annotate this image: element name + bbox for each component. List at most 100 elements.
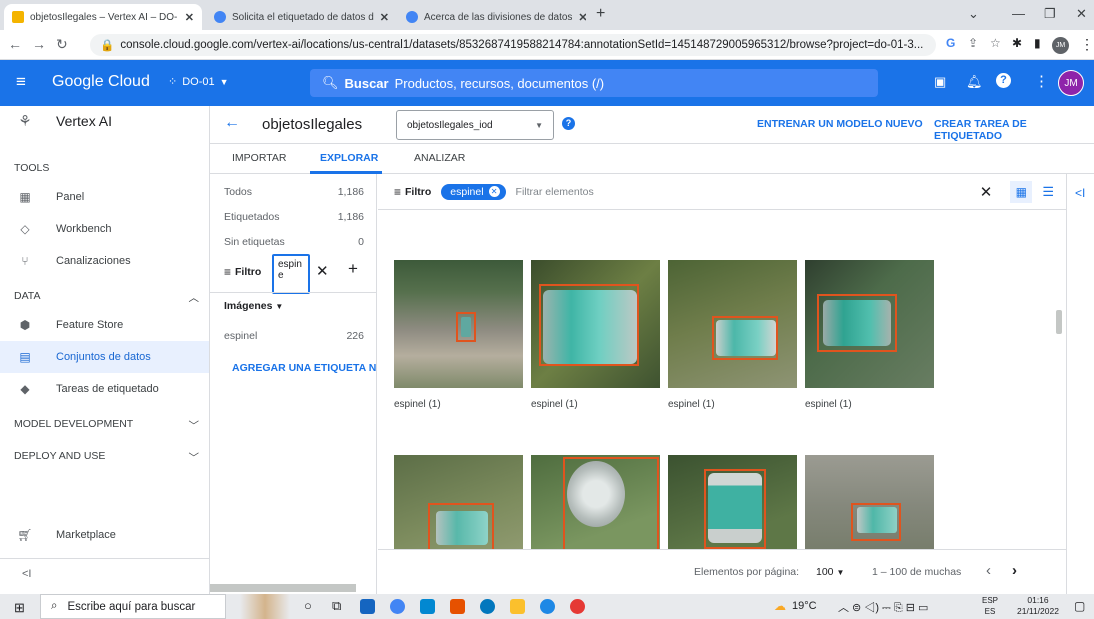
image-thumbnail[interactable] xyxy=(805,260,934,388)
horizontal-scrollbar[interactable] xyxy=(210,584,356,592)
per-page-select[interactable]: 100 ▼ xyxy=(816,566,844,578)
system-tray-icons[interactable]: ︿ ⊜ ◁) ⎓ ⎘ ⊟ ▭ xyxy=(838,599,928,615)
add-label-button[interactable]: AGREGAR UNA ETIQUETA NUE xyxy=(232,362,376,374)
image-thumbnail[interactable] xyxy=(394,260,523,388)
section-data[interactable]: DATA ︿ xyxy=(14,290,199,305)
tab-analyze[interactable]: ANALIZAR xyxy=(414,152,465,164)
project-selector[interactable]: ⁘ DO-01 ▼ xyxy=(168,75,229,89)
clear-filter-icon[interactable]: ✕ xyxy=(316,262,329,280)
filter-chip[interactable]: espinel ✕ xyxy=(441,183,506,200)
filter-items-input[interactable]: Filtrar elementos xyxy=(516,186,594,198)
image-thumbnail[interactable] xyxy=(668,455,797,549)
profile-avatar[interactable]: JM xyxy=(1052,37,1069,54)
image-thumbnail[interactable] xyxy=(805,455,934,549)
extensions-icon[interactable]: ✱ xyxy=(1012,36,1022,50)
browser-tab[interactable]: Solicita el etiquetado de datos d ✕ xyxy=(206,4,394,30)
office-app-icon[interactable] xyxy=(450,599,465,614)
chrome-app-icon[interactable] xyxy=(390,599,405,614)
brand-title[interactable]: Google Cloud xyxy=(52,73,150,91)
image-thumbnail[interactable] xyxy=(531,260,660,388)
tab-import[interactable]: IMPORTAR xyxy=(232,152,286,164)
collapse-sidebar-icon[interactable]: <I xyxy=(22,568,31,580)
sidebar-item-pipelines[interactable]: ⑂ Canalizaciones xyxy=(0,245,209,277)
chrome-profile-icon[interactable] xyxy=(540,599,555,614)
browser-menu-icon[interactable]: ⋮ xyxy=(1080,36,1094,53)
help-icon[interactable]: ? xyxy=(996,73,1011,88)
share-icon[interactable]: ⇪ xyxy=(968,36,978,50)
count-labeled[interactable]: Etiquetados 1,186 xyxy=(224,211,364,223)
image-thumbnail[interactable] xyxy=(668,260,797,388)
edge-app-icon[interactable] xyxy=(480,599,495,614)
section-deploy-and-use[interactable]: DEPLOY AND USE ﹀ xyxy=(14,450,199,465)
count-unlabeled[interactable]: Sin etiquetas 0 xyxy=(224,236,364,248)
forward-icon[interactable]: → xyxy=(32,36,46,52)
calculator-app-icon[interactable] xyxy=(360,599,375,614)
restore-icon[interactable]: ❐ xyxy=(1044,6,1056,22)
url-field[interactable]: 🔒 console.cloud.google.com/vertex-ai/loc… xyxy=(90,34,936,56)
hamburger-menu-icon[interactable]: ≡ xyxy=(16,72,26,92)
cloud-shell-icon[interactable]: ▣ xyxy=(934,74,946,90)
account-avatar[interactable]: JM xyxy=(1058,70,1084,96)
section-model-development[interactable]: MODEL DEVELOPMENT ﹀ xyxy=(14,418,199,433)
label-filter-input[interactable]: espin e xyxy=(272,254,310,294)
close-window-icon[interactable]: ✕ xyxy=(1076,6,1087,22)
label-row-espinel[interactable]: espinel 226 xyxy=(224,330,364,342)
filter-label[interactable]: Filtro xyxy=(405,186,431,198)
file-explorer-icon[interactable] xyxy=(510,599,525,614)
list-view-icon[interactable]: ☰ xyxy=(1042,184,1054,200)
back-icon[interactable]: ← xyxy=(8,36,22,52)
new-tab-icon[interactable]: + xyxy=(596,5,605,23)
tab-search-icon[interactable]: ⌄ xyxy=(968,6,979,22)
remove-chip-icon[interactable]: ✕ xyxy=(488,186,500,197)
sidebar-item-labeling-tasks[interactable]: ◆ Tareas de etiquetado xyxy=(0,373,209,405)
project-name: DO-01 xyxy=(182,75,215,88)
weather-temp[interactable]: 19°C xyxy=(792,600,817,612)
search-bar[interactable]: 🔍︎ Buscar Productos, recursos, documento… xyxy=(310,69,878,97)
bounding-box xyxy=(817,294,897,352)
sidebar-item-workbench[interactable]: ◇ Workbench xyxy=(0,213,209,245)
clock[interactable]: 01:16 21/11/2022 xyxy=(1012,595,1064,617)
images-dropdown[interactable]: Imágenes ▼ xyxy=(224,300,283,312)
windows-start-icon[interactable]: ⊞ xyxy=(14,600,25,616)
dataset-select[interactable]: objetosIlegales_iod ▼ xyxy=(396,110,554,140)
taskbar-search-box[interactable]: ⌕ Escribe aquí para buscar xyxy=(40,594,226,619)
language-indicator[interactable]: ESP ES xyxy=(982,595,998,617)
more-options-icon[interactable]: ⋮ xyxy=(1034,72,1049,90)
back-arrow-icon[interactable]: ← xyxy=(224,114,240,132)
reload-icon[interactable]: ↻ xyxy=(56,36,68,53)
cortana-icon[interactable]: ○ xyxy=(304,598,312,613)
google-lens-icon[interactable]: G xyxy=(946,36,955,50)
tab-explore[interactable]: EXPLORAR xyxy=(320,152,378,164)
image-thumbnail[interactable] xyxy=(394,455,523,549)
sidebar-item-marketplace[interactable]: 🛒︎ Marketplace xyxy=(0,519,209,551)
add-filter-icon[interactable]: + xyxy=(348,259,358,279)
next-page-icon[interactable]: › xyxy=(1012,562,1017,579)
minimize-icon[interactable]: — xyxy=(1012,6,1025,21)
expand-panel-icon[interactable]: <I xyxy=(1075,186,1085,200)
side-panel-icon[interactable]: ▮ xyxy=(1034,36,1041,50)
close-tab-icon[interactable]: ✕ xyxy=(179,11,194,24)
store-app-icon[interactable] xyxy=(420,599,435,614)
create-labeling-task-button[interactable]: CREAR TAREA DE ETIQUETADO xyxy=(934,118,1094,142)
close-tab-icon[interactable]: ✕ xyxy=(572,11,586,24)
count-all[interactable]: Todos 1,186 xyxy=(224,186,364,198)
sidebar-item-feature-store[interactable]: ⬢ Feature Store xyxy=(0,309,209,341)
task-view-icon[interactable]: ⧉ xyxy=(332,598,341,614)
clear-filters-icon[interactable]: ✕ xyxy=(980,183,993,201)
close-tab-icon[interactable]: ✕ xyxy=(374,11,389,24)
tab-title: Solicita el etiquetado de datos d xyxy=(232,11,374,23)
powerpoint-app-icon[interactable] xyxy=(570,599,585,614)
notifications-icon[interactable]: 🔔︎ xyxy=(966,74,983,90)
grid-view-icon[interactable]: ▦ xyxy=(1010,180,1033,203)
help-icon[interactable]: ? xyxy=(562,117,575,130)
browser-tab[interactable]: Acerca de las divisiones de datos ✕ xyxy=(398,4,586,30)
sidebar-item-datasets[interactable]: ▤ Conjuntos de datos xyxy=(0,341,209,373)
image-thumbnail[interactable] xyxy=(531,455,660,549)
train-model-button[interactable]: ENTRENAR UN MODELO NUEVO xyxy=(757,118,923,130)
sidebar-item-panel[interactable]: ▦ Panel xyxy=(0,181,209,213)
label-filter-toggle[interactable]: ≡ Filtro xyxy=(224,265,261,279)
bookmark-star-icon[interactable]: ☆ xyxy=(990,36,1001,50)
prev-page-icon[interactable]: ‹ xyxy=(986,562,991,579)
notification-center-icon[interactable]: ▢ xyxy=(1074,599,1085,613)
browser-tab[interactable]: objetosIlegales – Vertex AI – DO- ✕ xyxy=(4,4,202,30)
